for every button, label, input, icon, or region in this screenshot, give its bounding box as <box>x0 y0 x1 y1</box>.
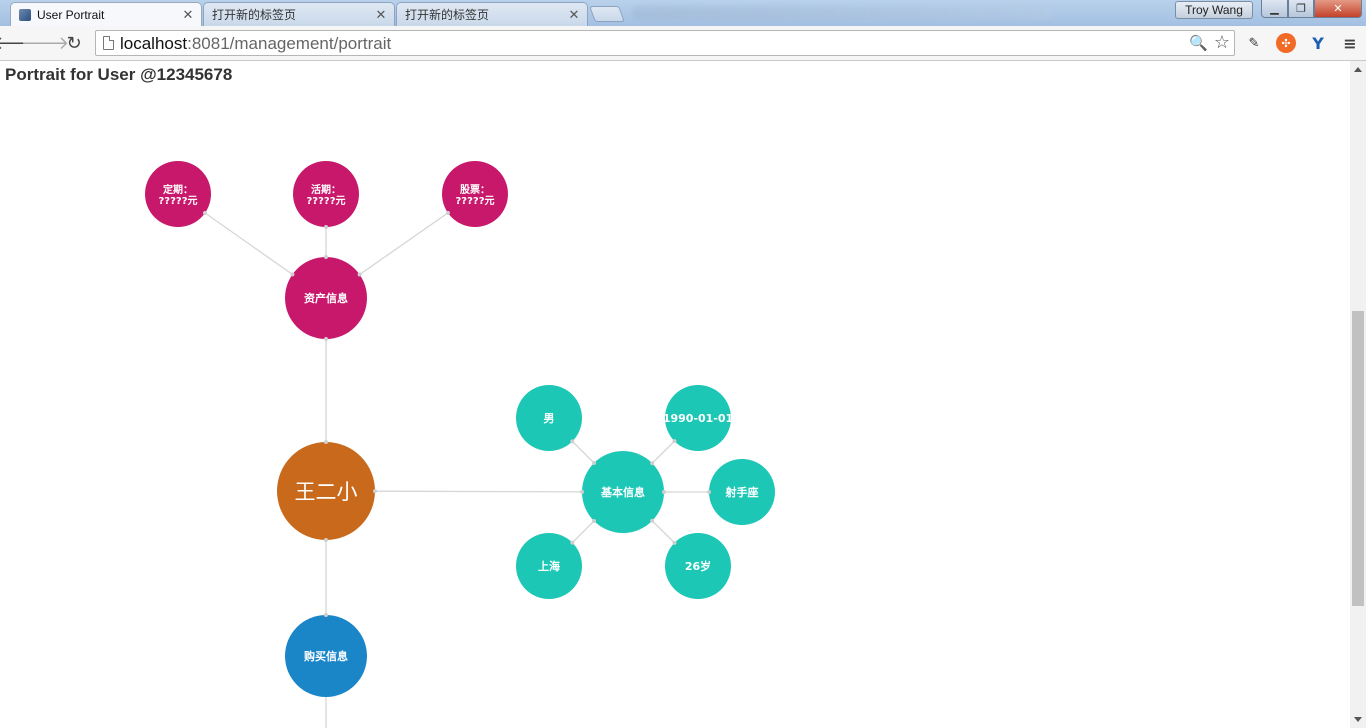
graph-node-zodiac[interactable]: 射手座 <box>709 459 775 525</box>
graph-node-label: 射手座 <box>725 485 759 499</box>
graph-edge-endpoint <box>324 538 328 542</box>
tab-close-icon[interactable]: ✕ <box>181 7 195 23</box>
graph-node-sublabel: ?????元 <box>158 195 197 207</box>
graph-edge-endpoint <box>290 272 295 277</box>
graph-edge-endpoint <box>662 490 666 494</box>
tab-user-portrait[interactable]: User Portrait ✕ <box>10 2 202 27</box>
page-icon <box>103 36 114 50</box>
reload-icon: ↻ <box>66 32 82 54</box>
url-path: :8081/management/portrait <box>187 34 392 53</box>
new-tab-button[interactable] <box>589 6 625 22</box>
tab-label: 打开新的标签页 <box>405 8 490 22</box>
graph-edge-endpoint <box>445 210 450 215</box>
tab-label: User Portrait <box>37 8 105 22</box>
graph-edge-endpoint <box>570 540 575 545</box>
graph-edge-endpoint <box>672 540 677 545</box>
portrait-graph: 王二小资产信息定期：?????元活期：?????元股票：?????元基本信息男 1… <box>145 161 775 728</box>
url-host: localhost <box>120 34 188 53</box>
graph-edge-endpoint <box>570 439 575 444</box>
graph-edge-endpoint <box>650 461 655 466</box>
scrollbar-thumb[interactable] <box>1352 311 1364 606</box>
graph-node-label: 上海 <box>538 559 560 573</box>
graph-node-label: 活期： <box>311 183 341 196</box>
graph-edge-endpoint <box>324 337 328 341</box>
graph-edge-endpoint <box>592 461 597 466</box>
graph-node-label: 购买信息 <box>304 649 348 663</box>
graph-node-label: 男 <box>544 412 555 425</box>
forward-button[interactable]: 🡒 <box>21 31 69 55</box>
graph-node-label: 王二小 <box>295 480 358 504</box>
close-window-button[interactable]: ✕ <box>1314 0 1362 18</box>
graph-node-current[interactable]: 活期：?????元 <box>293 161 359 227</box>
graph-edge-endpoint <box>372 489 377 494</box>
tab-label: 打开新的标签页 <box>212 8 297 22</box>
graph-edge-endpoint <box>650 518 655 523</box>
graph-node-center[interactable]: 王二小 <box>277 442 375 540</box>
graph-edge-endpoint <box>324 255 328 259</box>
vertical-scrollbar[interactable] <box>1350 61 1366 728</box>
graph-edge-endpoint <box>324 225 328 229</box>
minimize-button[interactable]: ▁ <box>1261 0 1288 18</box>
page-content: Portrait for User @12345678 王二小 资产信息 定期：??… <box>0 61 1350 728</box>
orange-extension-icon[interactable]: ✣ <box>1276 33 1296 53</box>
tab-new-tab-1[interactable]: 打开新的标签页 ✕ <box>203 2 395 26</box>
browser-toolbar: 🡐 🡒 ↻ localhost:8081/management/portrait… <box>0 26 1366 61</box>
window-title-bar: User Portrait ✕ 打开新的标签页 ✕ 打开新的标签页 ✕ Troy… <box>0 0 1366 27</box>
graph-node-stock[interactable]: 股票：?????元 <box>442 161 508 227</box>
tab-close-icon[interactable]: ✕ <box>374 7 388 23</box>
graph-edge-endpoint <box>357 272 362 277</box>
graph-node-label: 基本信息 <box>600 485 645 499</box>
graph-node-label: 定期： <box>163 183 193 196</box>
zoom-icon[interactable]: 🔍 <box>1189 34 1208 52</box>
page-favicon-icon <box>19 9 31 21</box>
menu-icon[interactable]: ≡ <box>1340 33 1360 53</box>
graph-node-label: 1990-01-01 <box>663 412 733 425</box>
scroll-down-icon[interactable] <box>1354 717 1362 722</box>
bookmark-star-icon[interactable]: ☆ <box>1214 32 1230 53</box>
graph-node-label: 股票： <box>460 184 490 196</box>
graph-edge-endpoint <box>592 518 597 523</box>
evernote-extension-icon[interactable]: ✎ <box>1244 33 1264 53</box>
graph-edge-endpoint <box>324 440 328 444</box>
graph-node-sublabel: ?????元 <box>306 195 345 207</box>
graph-node-label: 资产信息 <box>304 291 348 305</box>
graph-node-label: 26岁 <box>685 559 711 573</box>
profile-button[interactable]: Troy Wang <box>1175 1 1253 19</box>
y-extension-icon[interactable]: Y <box>1308 33 1328 53</box>
graph-edge-endpoint <box>580 489 585 494</box>
address-bar[interactable]: localhost:8081/management/portrait 🔍 ☆ <box>95 30 1235 56</box>
graph-edge-endpoint <box>672 439 677 444</box>
tab-new-tab-2[interactable]: 打开新的标签页 ✕ <box>396 2 588 26</box>
graph-node-asset[interactable]: 资产信息 <box>285 257 367 339</box>
graph-node-sublabel: ?????元 <box>455 195 494 207</box>
graph-edge-endpoint <box>203 210 208 215</box>
reload-button[interactable]: ↻ <box>62 31 86 55</box>
tab-close-icon[interactable]: ✕ <box>567 7 581 23</box>
graph-node-fixed[interactable]: 定期：?????元 <box>145 161 211 227</box>
scroll-up-icon[interactable] <box>1354 67 1362 72</box>
url-text: localhost:8081/management/portrait <box>120 34 391 54</box>
maximize-button[interactable]: ❐ <box>1288 0 1314 18</box>
graph-edge-endpoint <box>324 613 328 617</box>
graph-edge-endpoint <box>707 490 711 494</box>
graph-node-purchase[interactable]: 购买信息 <box>285 615 367 697</box>
blurred-window-title <box>632 6 1052 20</box>
